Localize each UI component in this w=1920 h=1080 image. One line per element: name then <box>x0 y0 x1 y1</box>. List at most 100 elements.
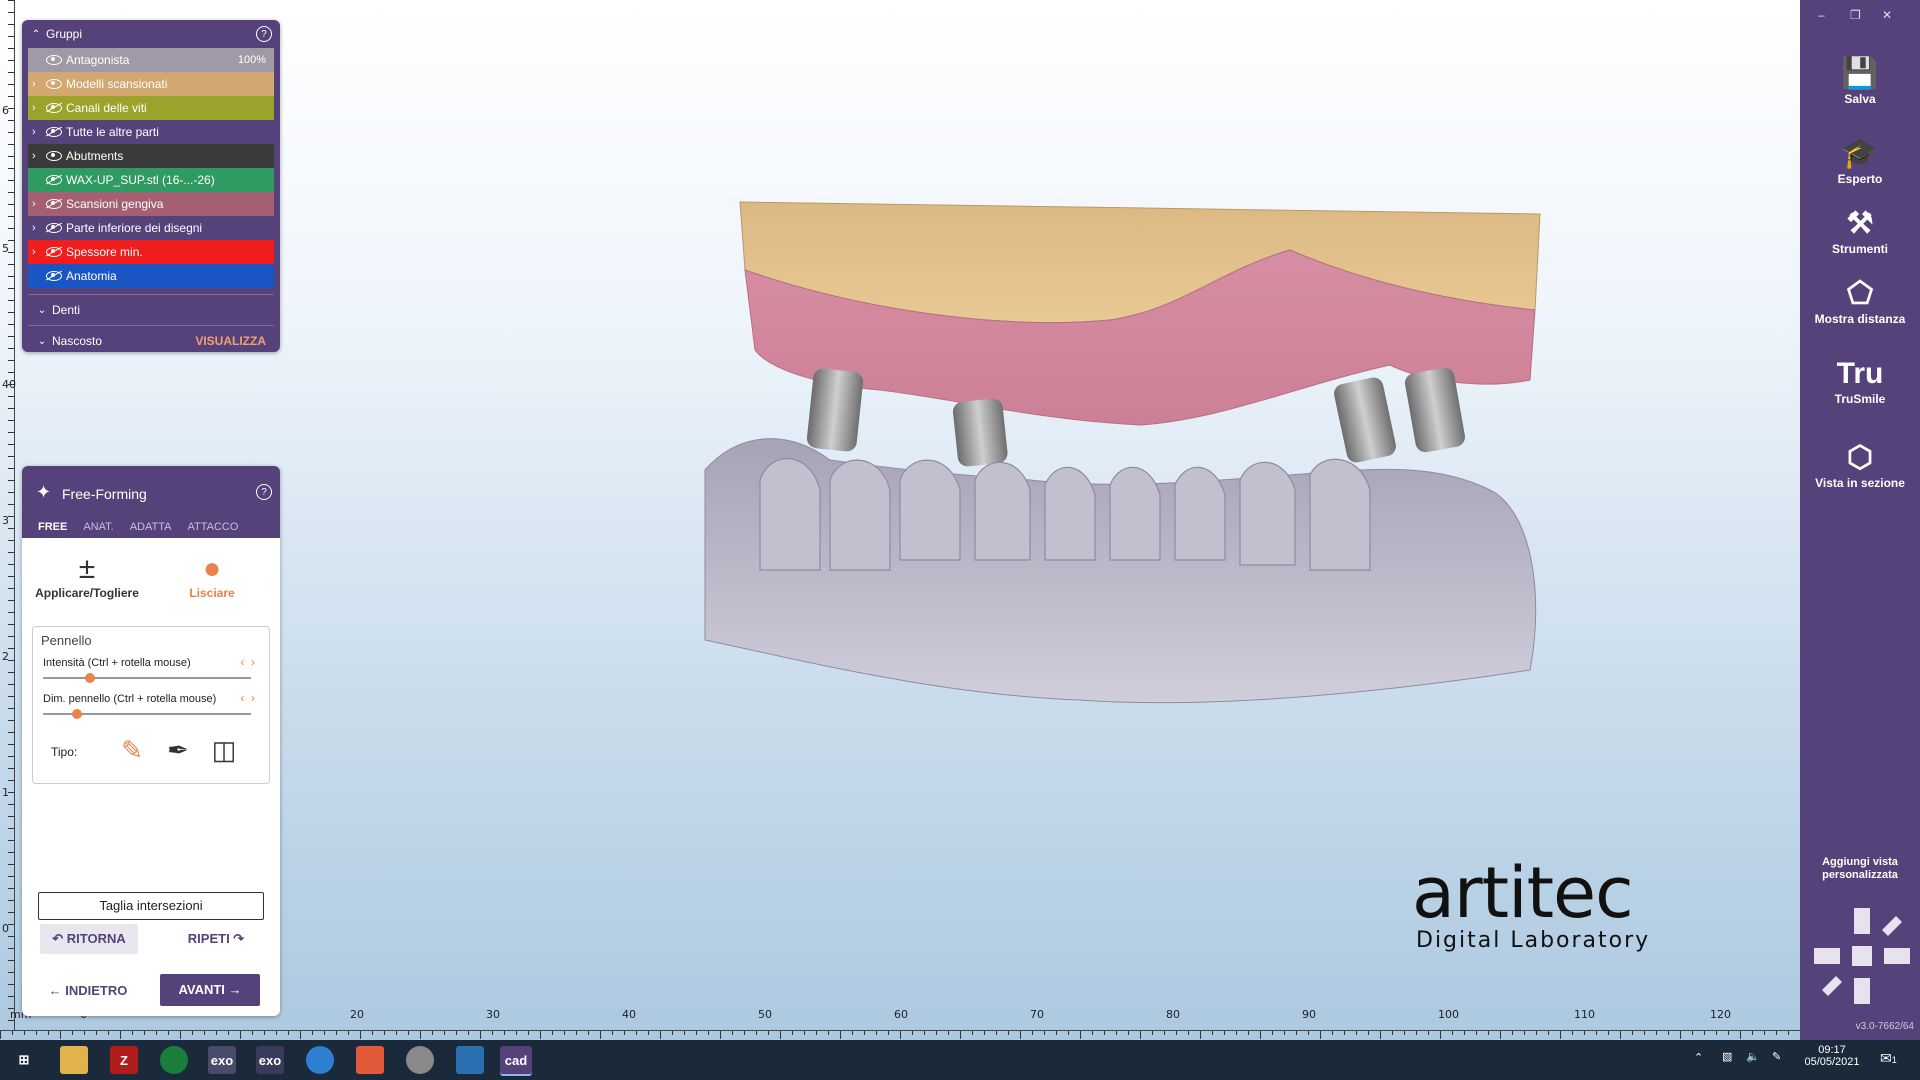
group-row[interactable]: WAX-UP_SUP.stl (16-...-26) <box>28 168 274 192</box>
ruler-tick <box>8 324 14 325</box>
section-denti[interactable]: ⌄ Denti <box>28 294 274 325</box>
eye-slash-icon[interactable] <box>46 103 62 113</box>
chevron-right-icon[interactable]: › <box>32 102 36 114</box>
cad-icon[interactable]: cad <box>500 1046 532 1076</box>
view-orientation-widget[interactable] <box>1812 906 1912 1006</box>
pen-icon[interactable]: ✎ <box>1772 1050 1781 1063</box>
undo-button[interactable]: ↶ RITORNA <box>40 924 138 954</box>
eye-slash-icon[interactable] <box>46 223 62 233</box>
intensity-slider[interactable] <box>43 673 251 683</box>
back-button[interactable]: ← INDIETRO <box>40 976 136 1006</box>
restore-icon[interactable]: ❐ <box>1850 8 1861 22</box>
ruler-tick <box>1428 1031 1429 1035</box>
group-row[interactable]: › Abutments <box>28 144 274 168</box>
cut-intersections-button[interactable]: Taglia intersezioni <box>38 892 264 920</box>
clock[interactable]: 09:17 05/05/2021 <box>1800 1044 1864 1068</box>
dental-app-icon[interactable] <box>406 1046 434 1074</box>
tab-anat[interactable]: ANAT. <box>75 516 121 538</box>
group-row[interactable]: › Modelli scansionati <box>28 72 274 96</box>
tab-attacco[interactable]: ATTACCO <box>179 516 246 538</box>
ruler-tick <box>1116 1031 1117 1035</box>
ruler-label: 120 <box>1710 1008 1731 1021</box>
exocad-2-icon[interactable]: exo <box>256 1046 284 1074</box>
network-icon[interactable]: ▧ <box>1722 1050 1732 1063</box>
brush-icon[interactable]: ✒ <box>161 733 195 767</box>
chevron-right-icon[interactable]: › <box>32 222 36 234</box>
add-custom-view-button[interactable]: Aggiungi vista personalizzata <box>1800 856 1920 882</box>
ruler-tick <box>1236 1031 1237 1035</box>
abutment-1 <box>806 368 864 452</box>
eye-icon[interactable] <box>46 79 62 89</box>
visualizza-button[interactable]: VISUALIZZA <box>195 334 266 348</box>
teamviewer-icon[interactable] <box>306 1046 334 1074</box>
ruler-label: 60 <box>894 1008 908 1021</box>
eye-slash-icon[interactable] <box>46 199 62 209</box>
ruler-tick <box>8 504 14 505</box>
eye-icon[interactable] <box>46 55 62 65</box>
tab-free[interactable]: FREE <box>30 516 76 540</box>
size-arrows[interactable]: ‹ › <box>240 691 255 705</box>
file-explorer-icon[interactable] <box>60 1046 88 1074</box>
mostra-distanza-button[interactable]: ⬠ Mostra distanza <box>1800 276 1920 326</box>
chrome-icon[interactable] <box>160 1046 188 1074</box>
eye-slash-icon[interactable] <box>46 127 62 137</box>
chevron-right-icon[interactable]: › <box>32 150 36 162</box>
esperto-button[interactable]: 🎓 Esperto <box>1800 136 1920 186</box>
ruler-tick <box>636 1031 637 1035</box>
chevron-right-icon[interactable]: › <box>32 198 36 210</box>
help-icon[interactable]: ? <box>256 484 272 500</box>
cylinder-icon[interactable]: ◫ <box>207 733 241 767</box>
trusmile-button[interactable]: Tru TruSmile <box>1800 356 1920 406</box>
slider-knob[interactable] <box>72 709 83 719</box>
ruler-tick <box>696 1031 697 1035</box>
dental-model-3d[interactable] <box>700 190 1550 710</box>
slider-knob[interactable] <box>84 673 95 683</box>
group-row[interactable]: › Spessore min. <box>28 240 274 264</box>
salva-button[interactable]: 💾 Salva <box>1800 56 1920 106</box>
photos-icon[interactable] <box>456 1046 484 1074</box>
intensity-arrows[interactable]: ‹ › <box>240 655 255 669</box>
exocad-icon[interactable]: exo <box>208 1046 236 1074</box>
strumenti-button[interactable]: ⚒ Strumenti <box>1800 206 1920 256</box>
apply-remove-tool[interactable]: ± Applicare/Togliere <box>32 552 142 600</box>
volume-icon[interactable]: 🔈 <box>1746 1050 1760 1063</box>
eye-icon[interactable] <box>46 151 62 161</box>
chevron-up-icon[interactable]: ⌃ <box>30 29 42 40</box>
chevron-right-icon[interactable]: › <box>32 246 36 258</box>
group-row[interactable]: › Parte inferiore dei disegni <box>28 216 274 240</box>
help-icon[interactable]: ? <box>256 26 272 42</box>
smooth-tool[interactable]: ● Lisciare <box>172 552 252 600</box>
ruler-tick <box>1500 1031 1501 1039</box>
tray-overflow-icon[interactable]: ⌃ <box>1694 1051 1703 1064</box>
vista-in-sezione-button[interactable]: ⬡ Vista in sezione <box>1800 440 1920 490</box>
eye-slash-icon[interactable] <box>46 175 62 185</box>
group-row[interactable]: › Scansioni gengiva <box>28 192 274 216</box>
chevron-right-icon[interactable]: › <box>32 126 36 138</box>
tab-adatta[interactable]: ADATTA <box>122 516 180 538</box>
size-slider[interactable] <box>43 709 251 719</box>
groups-header[interactable]: ⌃ Gruppi ? <box>22 20 280 48</box>
chevron-right-icon[interactable]: › <box>32 78 36 90</box>
anydesk-icon[interactable] <box>356 1046 384 1074</box>
ruler-tick <box>8 468 14 469</box>
notifications-icon[interactable]: ✉1 <box>1880 1050 1897 1067</box>
section-nascosto[interactable]: ⌄ Nascosto VISUALIZZA <box>28 325 274 356</box>
ruler-tick <box>1548 1031 1549 1035</box>
close-icon[interactable]: ✕ <box>1882 8 1892 22</box>
opacity-value[interactable]: 100% <box>238 54 266 66</box>
spatula-icon[interactable]: ✎ <box>115 733 149 767</box>
group-row[interactable]: Anatomia <box>28 264 274 288</box>
group-row[interactable]: › Tutte le altre parti <box>28 120 274 144</box>
ruler-tick <box>8 48 14 49</box>
ruler-tick <box>8 900 14 901</box>
minimize-icon[interactable]: – <box>1818 8 1825 22</box>
ruler-tick <box>60 1031 61 1039</box>
next-button[interactable]: AVANTI → <box>160 974 260 1006</box>
eye-slash-icon[interactable] <box>46 247 62 257</box>
group-row[interactable]: › Canali delle viti <box>28 96 274 120</box>
eye-slash-icon[interactable] <box>46 271 62 281</box>
filezilla-icon[interactable]: Z <box>110 1046 138 1074</box>
windows-start-icon[interactable]: ⊞ <box>10 1046 38 1074</box>
redo-button[interactable]: RIPETI ↷ <box>172 924 260 954</box>
group-row[interactable]: Antagonista 100% <box>28 48 274 72</box>
